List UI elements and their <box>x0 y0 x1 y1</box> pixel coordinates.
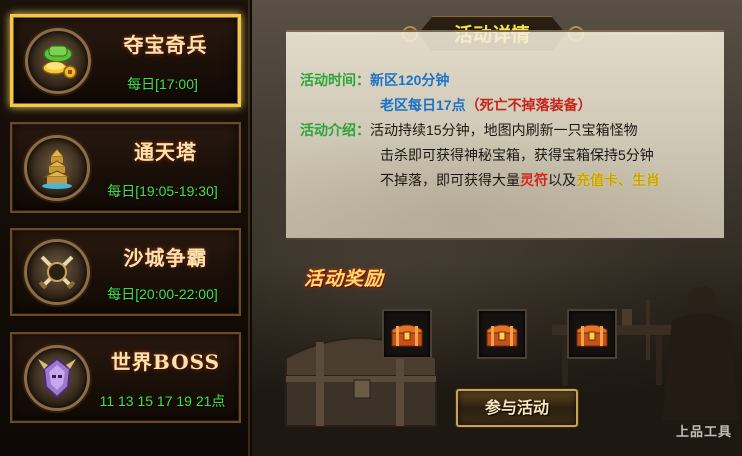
activity-intro-line-2: 击杀即可获得神秘宝箱，获得宝箱保持5分钟 <box>380 147 654 163</box>
reward-slot[interactable] <box>477 309 527 359</box>
activity-intro-line-1: 活动持续15分钟，地图内刷新一只宝箱怪物 <box>370 122 638 138</box>
crossed-swords-icon <box>24 239 90 305</box>
event-name: 世界BOSS <box>110 350 221 374</box>
demon-helm-icon <box>24 344 90 411</box>
activity-intro-row: 活动介绍：活动持续15分钟，地图内刷新一只宝箱怪物 <box>300 120 638 140</box>
treasure-chest-icon <box>576 324 608 347</box>
pagoda-icon <box>24 134 90 201</box>
detail-board: 活动时间：新区120分钟 老区每日17点（死亡不掉落装备） 活动介绍：活动持续1… <box>286 30 724 240</box>
watermark: 上品工具 <box>675 424 732 439</box>
event-card-tower[interactable]: 通天塔 每日[19:05-19:30] <box>10 122 241 213</box>
reward-slot[interactable] <box>567 309 617 359</box>
activity-intro-label: 活动介绍： <box>300 122 370 138</box>
event-time: 每日[19:05-19:30] <box>107 183 218 199</box>
reward-highlight-talisman: 灵符 <box>520 172 548 188</box>
activity-time-old-server: 老区每日17点 <box>380 97 466 113</box>
background-figure-image <box>646 286 738 420</box>
treasure-chest-icon <box>391 324 423 347</box>
event-card-world-boss[interactable]: 世界BOSS 11 13 15 17 19 21点 <box>10 332 241 423</box>
activity-time-new-server: 新区120分钟 <box>370 72 450 88</box>
activity-intro-row-2: 击杀即可获得神秘宝箱，获得宝箱保持5分钟 <box>380 145 654 165</box>
treasure-chest-icon <box>486 324 518 347</box>
reward-highlight-cards: 充值卡、生肖 <box>576 172 660 188</box>
activity-intro-row-3: 不掉落，即可获得大量灵符以及充值卡、生肖 <box>380 170 660 190</box>
event-time: 每日[17:00] <box>127 76 198 92</box>
event-time: 11 13 15 17 19 21点 <box>99 393 226 409</box>
activity-time-note: （死亡不掉落装备） <box>465 97 592 113</box>
event-detail-panel: 活动详情 活动时间：新区120分钟 老区每日17点（死亡不掉落装备） 活动介绍：… <box>252 0 742 456</box>
event-name: 通天塔 <box>134 140 197 164</box>
gold-treasure-icon <box>25 27 91 94</box>
event-card-castle-siege[interactable]: 沙城争霸 每日[20:00-22:00] <box>10 228 241 316</box>
event-name: 夺宝奇兵 <box>123 33 208 57</box>
rewards-title: 活动奖励 <box>304 268 385 290</box>
event-time: 每日[20:00-22:00] <box>107 286 218 302</box>
activity-intro-conjunction: 以及 <box>548 172 576 188</box>
activity-time-label: 活动时间： <box>300 72 370 88</box>
activity-time-row: 活动时间：新区120分钟 <box>300 70 449 90</box>
join-activity-button[interactable]: 参与活动 <box>456 389 578 427</box>
activity-time-row-2: 老区每日17点（死亡不掉落装备） <box>380 95 592 115</box>
event-name: 沙城争霸 <box>123 246 208 270</box>
event-card-treasure-hunt[interactable]: 夺宝奇兵 每日[17:00] <box>10 14 241 107</box>
event-list: 夺宝奇兵 每日[17:00] 通天塔 每日[19:05-19:30] 沙城争霸 … <box>0 0 250 456</box>
reward-slot[interactable] <box>382 309 432 359</box>
activity-intro-line-3: 不掉落，即可获得大量 <box>380 172 520 188</box>
